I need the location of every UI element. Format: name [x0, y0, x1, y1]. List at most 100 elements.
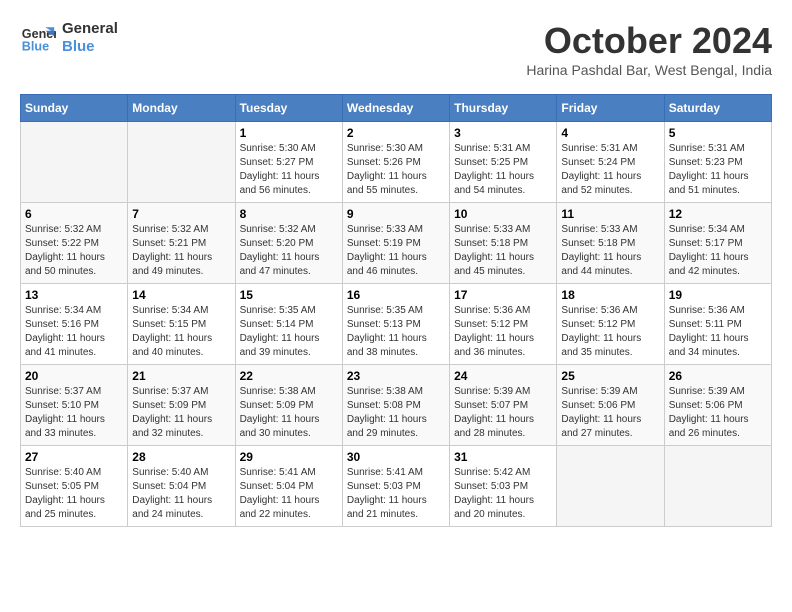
calendar-cell: 31 Sunrise: 5:42 AM Sunset: 5:03 PM Dayli…: [450, 446, 557, 527]
day-info: Sunrise: 5:41 AM Sunset: 5:04 PM Dayligh…: [240, 466, 338, 522]
day-number: 10: [454, 207, 552, 221]
calendar-cell: 10Sunrise: 5:33 AM Sunset: 5:18 PM Dayli…: [450, 203, 557, 284]
day-info: Sunrise: 5:30 AM Sunset: 5:27 PM Dayligh…: [240, 142, 338, 198]
day-info: Sunrise: 5:35 AM Sunset: 5:13 PM Dayligh…: [347, 304, 445, 360]
day-info: Sunrise: 5:34 AM Sunset: 5:17 PM Dayligh…: [669, 223, 767, 279]
calendar-cell: 21 Sunrise: 5:37 AM Sunset: 5:09 PM Dayli…: [128, 365, 235, 446]
column-header-thursday: Thursday: [450, 95, 557, 122]
day-info: Sunrise: 5:37 AM Sunset: 5:10 PM Dayligh…: [25, 385, 123, 441]
calendar-cell: 13 Sunrise: 5:34 AM Sunset: 5:16 PM Dayli…: [21, 284, 128, 365]
logo: General Blue General Blue: [20, 20, 118, 56]
day-number: 23: [347, 369, 445, 383]
day-number: 2: [347, 126, 445, 140]
day-number: 15: [240, 288, 338, 302]
calendar-week-row: 13 Sunrise: 5:34 AM Sunset: 5:16 PM Dayli…: [21, 284, 772, 365]
calendar-week-row: 6Sunrise: 5:32 AM Sunset: 5:22 PM Daylig…: [21, 203, 772, 284]
day-info: Sunrise: 5:34 AM Sunset: 5:16 PM Dayligh…: [25, 304, 123, 360]
calendar-cell: 20 Sunrise: 5:37 AM Sunset: 5:10 PM Dayli…: [21, 365, 128, 446]
day-info: Sunrise: 5:31 AM Sunset: 5:23 PM Dayligh…: [669, 142, 767, 198]
calendar-cell: [664, 446, 771, 527]
day-info: Sunrise: 5:31 AM Sunset: 5:24 PM Dayligh…: [561, 142, 659, 198]
day-info: Sunrise: 5:39 AM Sunset: 5:06 PM Dayligh…: [669, 385, 767, 441]
day-number: 28: [132, 450, 230, 464]
calendar-cell: 5 Sunrise: 5:31 AM Sunset: 5:23 PM Daylig…: [664, 122, 771, 203]
day-number: 7: [132, 207, 230, 221]
day-number: 16: [347, 288, 445, 302]
location: Harina Pashdal Bar, West Bengal, India: [526, 62, 772, 78]
day-info: Sunrise: 5:36 AM Sunset: 5:12 PM Dayligh…: [454, 304, 552, 360]
day-info: Sunrise: 5:32 AM Sunset: 5:20 PM Dayligh…: [240, 223, 338, 279]
day-info: Sunrise: 5:40 AM Sunset: 5:04 PM Dayligh…: [132, 466, 230, 522]
day-info: Sunrise: 5:33 AM Sunset: 5:19 PM Dayligh…: [347, 223, 445, 279]
calendar-cell: 4 Sunrise: 5:31 AM Sunset: 5:24 PM Daylig…: [557, 122, 664, 203]
calendar-cell: 7Sunrise: 5:32 AM Sunset: 5:21 PM Daylig…: [128, 203, 235, 284]
day-info: Sunrise: 5:39 AM Sunset: 5:06 PM Dayligh…: [561, 385, 659, 441]
day-info: Sunrise: 5:41 AM Sunset: 5:03 PM Dayligh…: [347, 466, 445, 522]
column-header-friday: Friday: [557, 95, 664, 122]
calendar-cell: 14Sunrise: 5:34 AM Sunset: 5:15 PM Dayli…: [128, 284, 235, 365]
calendar-cell: 11 Sunrise: 5:33 AM Sunset: 5:18 PM Dayli…: [557, 203, 664, 284]
calendar-cell: 1 Sunrise: 5:30 AM Sunset: 5:27 PM Daylig…: [235, 122, 342, 203]
page-header: General Blue General Blue October 2024 H…: [20, 20, 772, 78]
calendar-cell: [21, 122, 128, 203]
day-info: Sunrise: 5:39 AM Sunset: 5:07 PM Dayligh…: [454, 385, 552, 441]
column-header-sunday: Sunday: [21, 95, 128, 122]
day-info: Sunrise: 5:35 AM Sunset: 5:14 PM Dayligh…: [240, 304, 338, 360]
calendar-cell: 30 Sunrise: 5:41 AM Sunset: 5:03 PM Dayli…: [342, 446, 449, 527]
calendar-cell: 23 Sunrise: 5:38 AM Sunset: 5:08 PM Dayli…: [342, 365, 449, 446]
calendar-cell: 18Sunrise: 5:36 AM Sunset: 5:12 PM Dayli…: [557, 284, 664, 365]
calendar-cell: 27 Sunrise: 5:40 AM Sunset: 5:05 PM Dayli…: [21, 446, 128, 527]
day-number: 31: [454, 450, 552, 464]
day-number: 21: [132, 369, 230, 383]
calendar-cell: 29 Sunrise: 5:41 AM Sunset: 5:04 PM Dayli…: [235, 446, 342, 527]
day-number: 3: [454, 126, 552, 140]
day-number: 8: [240, 207, 338, 221]
day-info: Sunrise: 5:37 AM Sunset: 5:09 PM Dayligh…: [132, 385, 230, 441]
calendar-cell: 19 Sunrise: 5:36 AM Sunset: 5:11 PM Dayli…: [664, 284, 771, 365]
calendar-cell: 12Sunrise: 5:34 AM Sunset: 5:17 PM Dayli…: [664, 203, 771, 284]
day-number: 26: [669, 369, 767, 383]
logo-icon: General Blue: [20, 20, 56, 56]
day-info: Sunrise: 5:38 AM Sunset: 5:08 PM Dayligh…: [347, 385, 445, 441]
day-number: 24: [454, 369, 552, 383]
column-header-tuesday: Tuesday: [235, 95, 342, 122]
day-number: 19: [669, 288, 767, 302]
day-number: 30: [347, 450, 445, 464]
calendar-cell: 8 Sunrise: 5:32 AM Sunset: 5:20 PM Daylig…: [235, 203, 342, 284]
day-info: Sunrise: 5:42 AM Sunset: 5:03 PM Dayligh…: [454, 466, 552, 522]
day-info: Sunrise: 5:30 AM Sunset: 5:26 PM Dayligh…: [347, 142, 445, 198]
month-title: October 2024: [526, 20, 772, 62]
calendar-cell: [128, 122, 235, 203]
calendar-table: SundayMondayTuesdayWednesdayThursdayFrid…: [20, 94, 772, 527]
day-info: Sunrise: 5:38 AM Sunset: 5:09 PM Dayligh…: [240, 385, 338, 441]
day-number: 27: [25, 450, 123, 464]
calendar-cell: 16 Sunrise: 5:35 AM Sunset: 5:13 PM Dayli…: [342, 284, 449, 365]
day-number: 4: [561, 126, 659, 140]
day-number: 13: [25, 288, 123, 302]
calendar-cell: 3Sunrise: 5:31 AM Sunset: 5:25 PM Daylig…: [450, 122, 557, 203]
day-number: 14: [132, 288, 230, 302]
day-info: Sunrise: 5:32 AM Sunset: 5:22 PM Dayligh…: [25, 223, 123, 279]
day-info: Sunrise: 5:36 AM Sunset: 5:11 PM Dayligh…: [669, 304, 767, 360]
calendar-cell: 22 Sunrise: 5:38 AM Sunset: 5:09 PM Dayli…: [235, 365, 342, 446]
calendar-week-row: 27 Sunrise: 5:40 AM Sunset: 5:05 PM Dayli…: [21, 446, 772, 527]
calendar-header-row: SundayMondayTuesdayWednesdayThursdayFrid…: [21, 95, 772, 122]
day-info: Sunrise: 5:36 AM Sunset: 5:12 PM Dayligh…: [561, 304, 659, 360]
day-number: 5: [669, 126, 767, 140]
day-number: 25: [561, 369, 659, 383]
calendar-cell: 15 Sunrise: 5:35 AM Sunset: 5:14 PM Dayli…: [235, 284, 342, 365]
day-number: 20: [25, 369, 123, 383]
day-number: 22: [240, 369, 338, 383]
calendar-cell: 28 Sunrise: 5:40 AM Sunset: 5:04 PM Dayli…: [128, 446, 235, 527]
logo-blue: Blue: [62, 38, 118, 56]
calendar-cell: 24 Sunrise: 5:39 AM Sunset: 5:07 PM Dayli…: [450, 365, 557, 446]
calendar-week-row: 20 Sunrise: 5:37 AM Sunset: 5:10 PM Dayli…: [21, 365, 772, 446]
calendar-cell: 2 Sunrise: 5:30 AM Sunset: 5:26 PM Daylig…: [342, 122, 449, 203]
day-info: Sunrise: 5:40 AM Sunset: 5:05 PM Dayligh…: [25, 466, 123, 522]
day-info: Sunrise: 5:33 AM Sunset: 5:18 PM Dayligh…: [561, 223, 659, 279]
svg-text:Blue: Blue: [22, 40, 49, 54]
day-number: 17: [454, 288, 552, 302]
day-number: 29: [240, 450, 338, 464]
day-number: 1: [240, 126, 338, 140]
day-number: 11: [561, 207, 659, 221]
